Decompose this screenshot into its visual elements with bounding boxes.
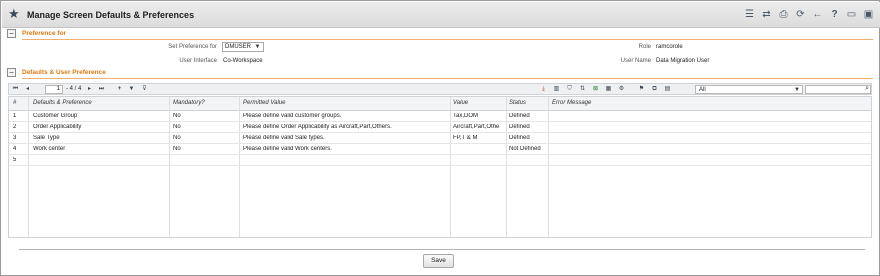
header-defaults-preference[interactable]: Defaults & Preference [33,100,92,106]
search-icon[interactable]: ⌕ [865,85,869,93]
status-cell: Not Defined [509,146,541,152]
previous-page-icon[interactable]: ◂ [23,85,32,94]
section-label: Defaults & User Preference [22,69,106,76]
filter-icon[interactable]: ▼ [127,85,136,94]
window-frame: ★ Manage Screen Defaults & Preferences ☰… [0,0,880,276]
status-cell: Defined [509,135,530,141]
excel-export-icon[interactable]: ⊠ [591,85,600,94]
mandatory-cell: No [173,146,181,152]
defaults-preference-cell[interactable]: Order Applicability [33,124,167,130]
grid-header: # Defaults & Preference Mandatory? Permi… [9,97,871,111]
value-cell[interactable]: Aircraft,Part,Othe [453,124,505,130]
preference-section-header: − Preference for [7,29,873,40]
title-bar: ★ Manage Screen Defaults & Preferences ☰… [2,2,880,28]
clear-filter-icon[interactable]: ⊽ [140,85,149,94]
mandatory-cell: No [173,124,181,130]
list-icon[interactable]: ☰ [744,9,755,20]
search-input[interactable]: ⌕ [805,85,871,94]
user-name-value: Data Migration User [656,58,710,64]
table-row[interactable]: 1 Customer Group No Please define valid … [9,111,871,122]
set-preference-select[interactable]: DMUSER ▼ [222,42,264,52]
last-page-icon[interactable]: ⏭ [97,85,106,94]
status-cell: Defined [509,124,530,130]
header-mandatory[interactable]: Mandatory? [173,100,205,106]
permitted-value-cell: Please define valid Work centers. [243,146,332,152]
help-icon[interactable]: ? [829,9,840,20]
refresh-icon[interactable]: ⟳ [795,9,806,20]
save-button[interactable]: Save [423,254,454,268]
permitted-value-cell: Please define valid Sale types. [243,135,325,141]
defaults-preference-cell[interactable]: Work center [33,146,167,152]
table-row[interactable]: 5 [9,155,871,166]
defaults-preference-cell[interactable]: Customer Group [33,113,167,119]
favorite-star-icon[interactable]: ★ [8,7,20,21]
role-value: ramcorole [656,44,683,50]
filter-select[interactable]: All ▼ [695,85,803,94]
shuffle-icon[interactable]: ⇄ [761,9,772,20]
page-title: Manage Screen Defaults & Preferences [27,10,195,20]
page-count: - 4 / 4 [66,86,82,92]
set-preference-value: DMUSER [225,44,252,50]
add-row-icon[interactable]: + [115,85,124,94]
role-label: Role [638,44,651,50]
header-permitted-value[interactable]: Permitted Value [243,100,285,106]
print-icon[interactable]: ⎙ [778,9,789,20]
maximize-icon[interactable]: ▣ [863,9,874,20]
status-cell: Defined [509,113,530,119]
header-status[interactable]: Status [509,100,526,106]
back-arrow-icon[interactable]: ← [812,9,823,20]
sort-icon[interactable]: ⇅ [578,85,587,94]
mandatory-cell: No [173,135,181,141]
user-name-label: User Name [620,58,651,64]
row-number: 3 [13,135,17,141]
calendar-icon[interactable]: ▦ [604,85,613,94]
grid-toolbar: ⏮ ◂ 1 - 4 / 4 ▸ ⏭ + ▼ ⊽ ⤓ ▥ ⛉ ⇅ ⊠ ▦ ⚙ ⚑ … [8,83,872,95]
collapse-toggle-icon[interactable]: − [7,68,16,77]
settings-icon[interactable]: ⚙ [617,85,626,94]
chevron-down-icon[interactable]: ▼ [253,44,262,51]
shield-icon[interactable]: ⛉ [565,85,574,94]
header-num: # [13,100,17,106]
row-number: 5 [13,157,17,163]
section-divider [22,78,873,79]
header-value[interactable]: Value [453,100,468,106]
table-row[interactable]: 2 Order Applicability No Please define O… [9,122,871,133]
row-number: 2 [13,124,17,130]
defaults-section-header: − Defaults & User Preference [7,68,873,79]
first-page-icon[interactable]: ⏮ [11,85,20,94]
preferences-grid: # Defaults & Preference Mandatory? Permi… [8,96,872,238]
header-error-message[interactable]: Error Message [552,100,591,106]
mandatory-cell: No [173,113,181,119]
pin-icon[interactable]: ⚑ [637,85,646,94]
chart-icon[interactable]: ▥ [552,85,561,94]
table-row[interactable]: 4 Work center No Please define valid Wor… [9,144,871,155]
section-label: Preference for [22,30,67,37]
permitted-value-cell: Please define valid customer groups. [243,113,342,119]
footer-divider [19,249,865,250]
next-page-icon[interactable]: ▸ [85,85,94,94]
table-row[interactable]: 3 Sale Type No Please define valid Sale … [9,133,871,144]
section-divider [22,39,873,40]
filter-value: All [699,87,706,93]
row-number: 4 [13,146,17,152]
page-number-input[interactable]: 1 [45,85,63,94]
pdf-export-icon[interactable]: ⤓ [539,85,548,94]
title-toolbar: ☰ ⇄ ⎙ ⟳ ← ? ▭ ▣ [744,9,874,20]
user-interface-label: User Interface [179,58,217,64]
row-number: 1 [13,113,17,119]
user-interface-value: Co-Workspace [223,58,263,64]
value-cell[interactable]: FP,T & M [453,135,505,141]
set-preference-label: Set Preference for [168,44,217,50]
group-icon[interactable]: ⧉ [650,85,659,94]
collapse-toggle-icon[interactable]: − [7,29,16,38]
permitted-value-cell: Please define Order Applicability as Air… [243,124,392,130]
columns-icon[interactable]: ▤ [663,85,672,94]
value-cell[interactable]: Tax,DOM [453,113,505,119]
window-icon[interactable]: ▭ [846,9,857,20]
defaults-preference-cell[interactable]: Sale Type [33,135,167,141]
chevron-down-icon[interactable]: ▼ [794,86,800,94]
